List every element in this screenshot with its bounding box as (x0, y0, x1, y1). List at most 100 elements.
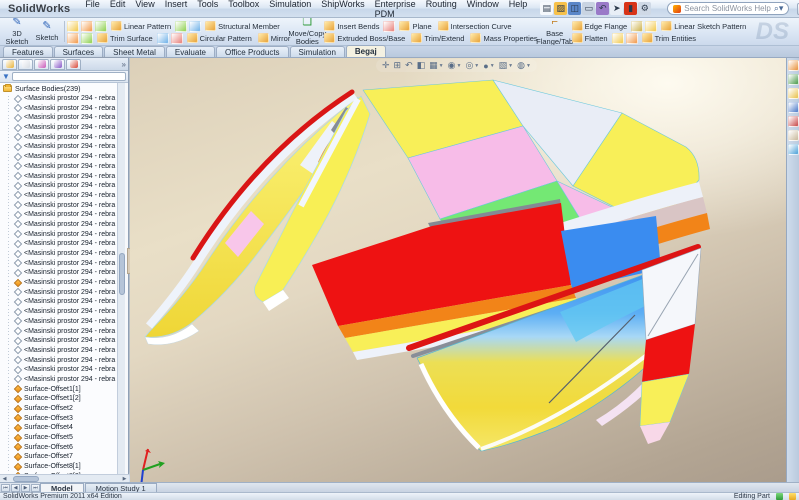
linear-pattern-button[interactable]: Linear Pattern (109, 20, 173, 32)
appearances-scenes-icon[interactable] (788, 116, 799, 127)
tab-scroll-first-icon[interactable]: ⏮ (1, 484, 10, 492)
command-tab-evaluate[interactable]: Evaluate (166, 46, 215, 57)
magnifier-icon[interactable]: ⌕▾ (774, 3, 784, 14)
tree-item-surface-body[interactable]: <Masinski prostor 294 - rebra i p (0, 317, 118, 327)
extruded-boss-base-button[interactable]: Extruded Boss/Base (322, 32, 407, 44)
edit-appearance-icon[interactable]: ●▼ (483, 61, 494, 71)
file-explorer-icon[interactable] (788, 88, 799, 99)
tree-item-surface-offset[interactable]: Surface-Offset8[1] (0, 462, 118, 472)
toolbar-icon[interactable] (81, 33, 93, 44)
tree-horizontal-scrollbar[interactable]: ◀ ▶ (0, 474, 129, 482)
trim-entities-button[interactable]: Trim Entities (640, 32, 698, 44)
quick-tips-icon[interactable] (776, 493, 783, 500)
tree-item-surface-body[interactable]: <Masinski prostor 294 - rebra i p (0, 210, 118, 220)
tab-scroll-right-icon[interactable]: ▶ (21, 484, 30, 492)
plane-button[interactable]: Plane (397, 20, 433, 32)
view-orientation-icon[interactable]: ▦▼ (429, 60, 443, 71)
tree-item-surface-body[interactable]: <Masinski prostor 294 - rebra i p (0, 152, 118, 162)
motion-study-tab[interactable]: Motion Study 1 (85, 483, 157, 492)
help-search-box[interactable]: Search SolidWorks Help ⌕▾ (667, 2, 789, 15)
toolbar-icon[interactable] (175, 21, 187, 32)
flatten-button[interactable]: Flatten (570, 32, 610, 44)
tree-item-surface-body[interactable]: <Masinski prostor 294 - rebra i p (0, 249, 118, 259)
zoom-area-icon[interactable]: ⊞ (394, 60, 402, 71)
tree-item-surface-body[interactable]: <Masinski prostor 294 - rebra i p (0, 229, 118, 239)
tree-item-surface-body[interactable]: <Masinski prostor 294 - rebra i p (0, 171, 118, 181)
toolbar-icon[interactable] (81, 21, 93, 32)
tree-vscroll-thumb[interactable] (119, 253, 125, 295)
toolbar-icon[interactable] (645, 21, 657, 32)
tree-item-surface-body[interactable]: <Masinski prostor 294 - rebra i p (0, 346, 118, 356)
tree-item-surface-body[interactable]: <Masinski prostor 294 - rebra i p (0, 132, 118, 142)
section-view-icon[interactable]: ◧ (417, 60, 426, 71)
tree-root-surface-bodies[interactable]: Surface Bodies(239) (0, 84, 118, 94)
insert-bends-button[interactable]: Insert Bends (322, 20, 381, 32)
tree-item-surface-offset[interactable]: Surface-Offset4 (0, 423, 118, 433)
command-tab-office-products[interactable]: Office Products (216, 46, 289, 57)
tree-item-surface-body[interactable]: <Masinski prostor 294 - rebra i p (0, 94, 118, 104)
open-document-icon[interactable]: ▨ (554, 2, 567, 15)
graphics-viewport[interactable]: ✛⊞↶◧▦▼◉▼◎▼●▼▧▼◍▼ (130, 58, 786, 482)
toolbar-icon[interactable] (67, 33, 79, 44)
tree-item-surface-offset[interactable]: Surface-Offset6 (0, 442, 118, 452)
tree-item-surface-offset[interactable]: Surface-Offset3 (0, 413, 118, 423)
model-canvas[interactable] (130, 58, 786, 482)
hide-show-items-icon[interactable]: ◎▼ (465, 60, 479, 71)
tree-item-surface-body[interactable]: <Masinski prostor 294 - rebra i p (0, 162, 118, 172)
tree-item-surface-body[interactable]: <Masinski prostor 294 - rebra i p (0, 336, 118, 346)
toolbar-icon[interactable] (189, 21, 201, 32)
toolbar-icon[interactable] (612, 33, 624, 44)
custom-properties-icon[interactable] (788, 130, 799, 141)
tree-item-surface-body[interactable]: <Masinski prostor 294 - rebra i p (0, 142, 118, 152)
configurationmanager-tab[interactable] (34, 59, 49, 70)
toolbar-icon[interactable] (171, 33, 183, 44)
tree-item-surface-body[interactable]: <Masinski prostor 294 - rebra i p (0, 191, 118, 201)
search-results-icon[interactable] (788, 102, 799, 113)
toolbar-icon[interactable] (626, 33, 638, 44)
tree-item-surface-offset[interactable]: Surface-Offset5 (0, 433, 118, 443)
surface-model[interactable] (145, 80, 710, 451)
save-icon[interactable]: ◫ (568, 2, 581, 15)
command-tab-sheet-metal[interactable]: Sheet Metal (104, 46, 165, 57)
previous-view-icon[interactable]: ↶ (405, 60, 413, 71)
toolbar-icon[interactable] (67, 21, 79, 32)
tag-icon[interactable] (789, 493, 796, 500)
edge-flange-button[interactable]: Edge Flange (570, 20, 630, 32)
toolbar-icon[interactable] (95, 21, 107, 32)
sketch-3d-button[interactable]: ✎ 3D Sketch (2, 19, 32, 44)
new-document-icon[interactable]: ▤ (540, 2, 553, 15)
dimxpertmanager-tab[interactable] (50, 59, 65, 70)
tree-item-surface-offset[interactable]: Surface-Offset1[2] (0, 394, 118, 404)
model-tab[interactable]: Model (40, 483, 84, 492)
tree-item-surface-body[interactable]: <Masinski prostor 294 - rebra i p (0, 113, 118, 123)
filter-input[interactable] (12, 72, 126, 81)
tree-item-surface-body[interactable]: <Masinski prostor 294 - rebra i p (0, 103, 118, 113)
move-copy-bodies-button[interactable]: ❏ Move/Copy Bodies (292, 19, 322, 44)
tree-item-surface-body[interactable]: <Masinski prostor 294 - rebra i p (0, 355, 118, 365)
command-tab-features[interactable]: Features (3, 46, 53, 57)
mass-properties-button[interactable]: Mass Properties (468, 32, 539, 44)
tab-scroll-left-icon[interactable]: ◀ (11, 484, 20, 492)
tree-item-surface-offset[interactable]: Surface-Offset7 (0, 452, 118, 462)
propertymanager-tab[interactable] (18, 59, 33, 70)
tree-item-surface-body[interactable]: <Masinski prostor 294 - rebra i p (0, 123, 118, 133)
print-icon[interactable]: ▭ (582, 2, 595, 15)
tree-item-surface-body[interactable]: <Masinski prostor 294 - rebra i p (0, 297, 118, 307)
options-icon[interactable]: ⚙ (638, 2, 651, 15)
view-settings-icon[interactable]: ◍▼ (517, 60, 531, 71)
apply-scene-icon[interactable]: ▧▼ (499, 60, 513, 71)
tree-item-surface-body[interactable]: <Masinski prostor 294 - rebra i p (0, 326, 118, 336)
mirror-button[interactable]: Mirror (256, 32, 293, 44)
command-tab-begaj[interactable]: Begaj (346, 45, 386, 57)
tree-item-surface-body[interactable]: <Masinski prostor 294 - rebra i p (0, 200, 118, 210)
tree-item-surface-body[interactable]: <Masinski prostor 294 - rebra i p (0, 365, 118, 375)
tree-item-surface-body[interactable]: <Masinski prostor 294 - rebra i p (0, 220, 118, 230)
panel-tabs-overflow-icon[interactable]: » (122, 60, 126, 69)
tree-item-surface-body[interactable]: <Masinski prostor 294 - rebra i p (0, 278, 118, 288)
displaymanager-tab[interactable] (66, 59, 81, 70)
structural-member-button[interactable]: Structural Member (203, 20, 282, 32)
tree-item-surface-body[interactable]: <Masinski prostor 294 - rebra i p (0, 307, 118, 317)
toolbar-icon[interactable] (157, 33, 169, 44)
tree-item-surface-offset[interactable]: Surface-Offset2 (0, 404, 118, 414)
command-tab-simulation[interactable]: Simulation (290, 46, 345, 57)
